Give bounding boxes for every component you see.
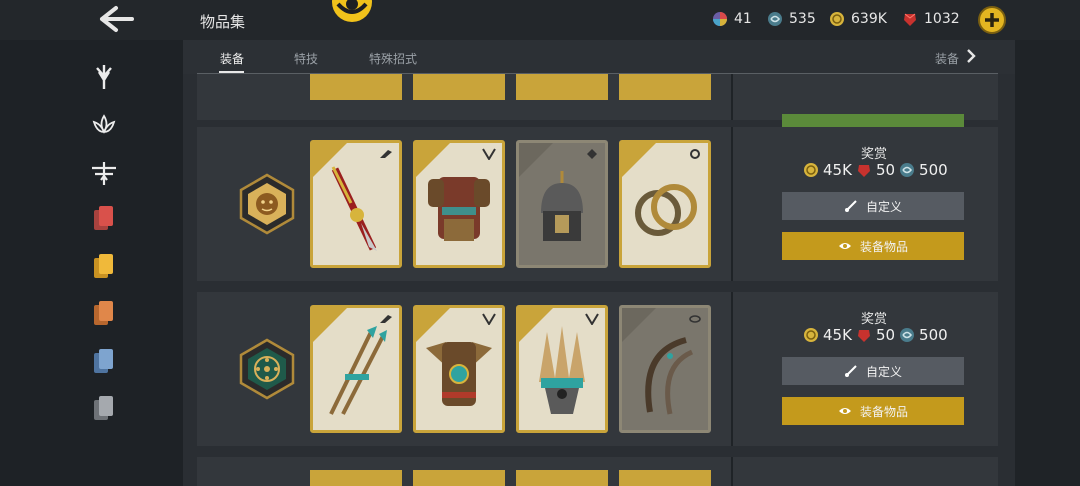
reward-gems: 50 — [875, 326, 896, 344]
chest-armor-item-image — [428, 177, 490, 241]
red-gem-icon — [904, 13, 916, 26]
sun-emblem-icon — [239, 338, 295, 400]
coin-icon — [804, 163, 818, 177]
item-card[interactable] — [413, 305, 505, 433]
back-arrow-icon[interactable] — [98, 4, 136, 34]
tab-more-label[interactable]: 装备 — [935, 50, 959, 67]
item-card[interactable] — [516, 305, 608, 433]
reward-label: 奖赏 — [861, 312, 888, 327]
dual-spears-item-image — [329, 326, 387, 415]
helmet-item-image — [541, 171, 583, 241]
eye-icon — [838, 243, 851, 249]
reward-steel: 500 — [919, 326, 948, 344]
item-card[interactable] — [310, 74, 402, 100]
add-currency-button[interactable] — [976, 4, 1008, 36]
tab-divider — [197, 73, 998, 74]
reward-gems: 50 — [875, 161, 896, 179]
item-card[interactable] — [413, 140, 505, 268]
brush-icon — [844, 365, 857, 377]
item-sets-panel: 装备 特技 特殊招式 装备 奖赏 45K 50 500 自定义 装备物品 奖赏 … — [183, 40, 1015, 486]
steel-swirl-icon — [900, 328, 915, 342]
brush-icon — [844, 200, 857, 212]
reward-coins: 45K — [823, 326, 852, 344]
item-set-row: 奖赏 45K 50 500 自定义 装备物品 — [197, 127, 998, 281]
equip-items-button[interactable]: 装备物品 — [782, 397, 964, 425]
claw-blades-item-image — [645, 337, 694, 415]
eye-icon — [838, 408, 851, 414]
lotus-faction-icon[interactable] — [89, 110, 119, 140]
row-divider — [731, 127, 733, 281]
equip-items-label: 装备物品 — [859, 239, 908, 254]
item-card[interactable] — [619, 470, 711, 486]
tab-equipment[interactable]: 装备 — [220, 50, 244, 67]
item-card[interactable] — [619, 74, 711, 100]
coin-icon — [830, 12, 844, 26]
item-card[interactable] — [516, 74, 608, 100]
item-card[interactable] — [413, 74, 505, 100]
equip-items-button[interactable]: 装备物品 — [782, 232, 964, 260]
tab-feats[interactable]: 特技 — [294, 50, 318, 67]
category-tabs: 装备 特技 特殊招式 装备 — [183, 40, 1015, 74]
reward-steel: 500 — [919, 161, 948, 179]
lion-emblem-icon — [239, 173, 295, 235]
item-set-row-partial-top — [197, 74, 998, 128]
sword-item-image — [331, 166, 377, 251]
knight-faction-icon[interactable] — [89, 62, 119, 92]
item-card[interactable] — [310, 305, 402, 433]
currency-gems-value: 1032 — [924, 11, 960, 27]
customize-label: 自定义 — [865, 199, 902, 214]
currency-steel-value: 535 — [789, 11, 816, 27]
orange-cards-icon[interactable] — [89, 298, 119, 328]
item-card[interactable] — [619, 140, 711, 268]
steel-swirl-icon — [768, 12, 782, 26]
reward-values: 45K 50 500 — [803, 161, 948, 179]
feather-headdress-item-image — [539, 326, 585, 414]
game-logo-icon — [332, 0, 372, 22]
tab-special-moves[interactable]: 特殊招式 — [369, 50, 417, 67]
currency-orbs: 41 — [712, 11, 752, 27]
item-card[interactable] — [516, 470, 608, 486]
top-bar: 物品集 41 535 639K 1032 — [0, 0, 1080, 40]
item-card[interactable] — [310, 140, 402, 268]
currency-orbs-value: 41 — [734, 11, 752, 27]
currency-coins: 639K — [829, 11, 887, 27]
feather-armor-item-image — [426, 342, 492, 406]
currency-steel: 535 — [767, 11, 816, 27]
dragonfly-faction-icon[interactable] — [89, 158, 119, 188]
item-card[interactable] — [413, 470, 505, 486]
rings-item-image — [635, 184, 697, 236]
reward-values: 45K 50 500 — [803, 326, 948, 344]
red-gem-icon — [857, 165, 870, 177]
steel-swirl-icon — [900, 163, 915, 177]
yellow-cards-icon[interactable] — [89, 251, 119, 281]
reward-coins: 45K — [823, 161, 852, 179]
red-gem-icon — [857, 330, 870, 342]
equip-button-partial[interactable] — [782, 114, 964, 128]
multicolor-orb-icon — [713, 12, 727, 26]
item-set-row-partial-bottom — [197, 457, 998, 486]
item-set-row: 奖赏 45K 50 500 自定义 装备物品 — [197, 292, 998, 446]
red-cards-icon[interactable] — [89, 203, 119, 233]
currency-coins-value: 639K — [851, 11, 887, 27]
currency-gems: 1032 — [902, 11, 960, 27]
item-card[interactable] — [310, 470, 402, 486]
item-card[interactable] — [619, 305, 711, 433]
coin-icon — [804, 328, 818, 342]
chevron-right-icon[interactable] — [965, 48, 977, 64]
customize-label: 自定义 — [865, 364, 902, 379]
customize-button[interactable]: 自定义 — [782, 357, 964, 385]
equip-items-label: 装备物品 — [859, 404, 908, 419]
customize-button[interactable]: 自定义 — [782, 192, 964, 220]
reward-label: 奖赏 — [861, 147, 888, 162]
gray-cards-icon[interactable] — [89, 393, 119, 423]
faction-sidebar — [0, 40, 183, 486]
item-card[interactable] — [516, 140, 608, 268]
blue-cards-icon[interactable] — [89, 346, 119, 376]
row-divider — [731, 292, 733, 446]
page-title: 物品集 — [200, 13, 246, 31]
